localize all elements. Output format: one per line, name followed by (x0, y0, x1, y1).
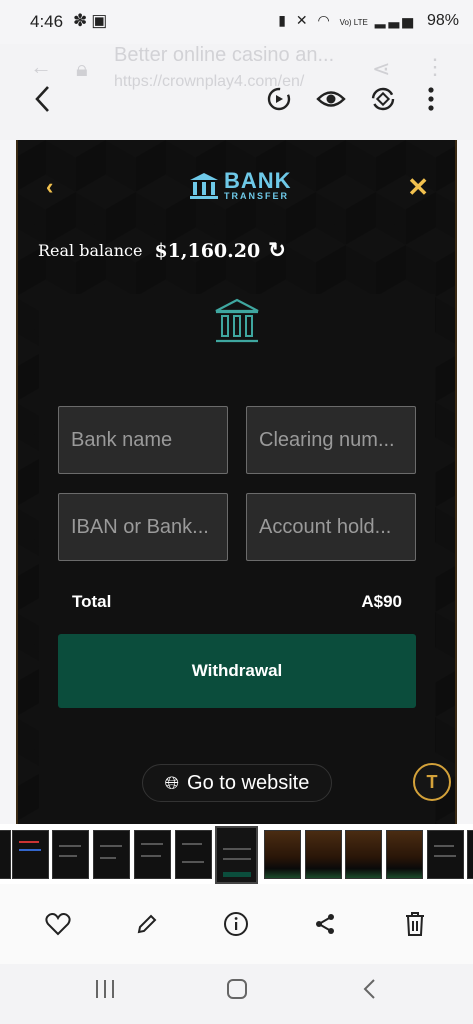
balance-amount: $1,160.20 (154, 239, 261, 262)
thumbnail[interactable] (0, 830, 11, 879)
balance-label: Real balance (38, 241, 143, 260)
delete-icon[interactable] (397, 906, 433, 942)
battery-saver-icon: ▮ (278, 12, 289, 28)
thumbnail[interactable] (175, 830, 212, 879)
thumbnail[interactable] (52, 830, 89, 879)
heart-icon[interactable] (40, 906, 76, 942)
total-row: Total A$90 (58, 592, 402, 612)
logo-subtext: TRANSFER (224, 191, 289, 201)
info-icon[interactable] (218, 906, 254, 942)
go-to-website-label: Go to website (187, 771, 310, 794)
refresh-icon[interactable]: ↻ (268, 238, 286, 263)
remaster-icon[interactable] (264, 84, 294, 114)
total-value: A$90 (361, 592, 402, 611)
ghost-url-bar: Better online casino an... https://crown… (114, 44, 334, 91)
globe-icon: 🌐︎ (164, 772, 180, 793)
signal-icon: ▂▃▅ (374, 12, 417, 28)
thumbnail[interactable] (134, 830, 171, 879)
thumbnail[interactable] (345, 830, 382, 879)
go-to-website-button[interactable]: 🌐︎ Go to website (142, 764, 332, 802)
logo-text: BANK (224, 168, 292, 193)
home-icon[interactable] (226, 978, 248, 1006)
ghost-url: https://crownplay4.com/en/ (114, 73, 305, 90)
thumbnail[interactable] (93, 830, 130, 879)
bank-icon (215, 298, 259, 343)
thumbnail[interactable] (305, 830, 342, 879)
clearing-number-placeholder: Clearing num... (259, 429, 395, 451)
volte-icon: Vo) LTE (339, 18, 368, 27)
account-holder-placeholder: Account hold... (259, 516, 392, 538)
bank-icon (190, 172, 218, 199)
clearing-number-field[interactable]: Clearing num... (246, 406, 416, 474)
more-icon[interactable] (416, 84, 446, 114)
bank-name-field[interactable]: Bank name (58, 406, 228, 474)
share-icon[interactable] (307, 906, 343, 942)
status-bar: 4:46 ✽▣ ▮ ✕ ◠ Vo) LTE ▂▃▅ 98% (0, 0, 473, 44)
thumbnail[interactable] (386, 830, 423, 879)
flower-icon: ✽ (73, 11, 92, 30)
status-time: 4:46 (30, 12, 64, 31)
text-extract-icon[interactable]: T (413, 763, 451, 801)
filmstrip[interactable] (0, 824, 473, 884)
ghost-title: Better online casino an... (114, 44, 335, 66)
thumbnail[interactable] (264, 830, 301, 879)
battery-percent: 98% (426, 12, 459, 29)
thumbnail[interactable] (467, 830, 473, 879)
total-label: Total (72, 592, 112, 611)
ghost-lock-icon: 🔒︎ (76, 56, 88, 81)
balance-row: Real balance $1,160.20 ↻ (38, 238, 286, 263)
back-nav-icon[interactable] (362, 978, 378, 1006)
eye-icon[interactable] (316, 84, 346, 114)
back-icon[interactable] (28, 84, 58, 114)
close-icon[interactable]: ✕ (407, 172, 429, 203)
withdrawal-button[interactable]: Withdrawal (58, 634, 416, 708)
thumbnail[interactable] (427, 830, 464, 879)
withdraw-panel: Bank name Clearing num... IBAN or Bank..… (39, 294, 435, 824)
account-holder-field[interactable]: Account hold... (246, 493, 416, 561)
edit-icon[interactable] (129, 906, 165, 942)
iban-field[interactable]: IBAN or Bank... (58, 493, 228, 561)
action-bar (0, 884, 473, 964)
iban-placeholder: IBAN or Bank... (71, 516, 209, 538)
thumbnail[interactable] (12, 830, 49, 879)
ghost-back-icon: ← (30, 54, 52, 79)
chevron-left-icon[interactable]: ‹ (46, 174, 53, 200)
thumbnail-selected[interactable] (215, 826, 258, 884)
recents-icon[interactable] (94, 978, 116, 1006)
bank-transfer-logo: BANK TRANSFER (188, 170, 292, 201)
ghost-share-icon: ⋖ (372, 56, 391, 81)
screenshot-image: ‹ BANK TRANSFER ✕ Real balance $1,160.20… (16, 140, 457, 824)
wifi-icon: ◠ (317, 12, 333, 28)
image-icon: ▣ (91, 11, 112, 30)
bank-name-placeholder: Bank name (71, 429, 173, 451)
mute-icon: ✕ (295, 12, 311, 28)
ghost-more-icon: ⋮ (424, 54, 446, 79)
rotate-icon[interactable] (368, 84, 398, 114)
system-nav-bar (0, 964, 473, 1024)
